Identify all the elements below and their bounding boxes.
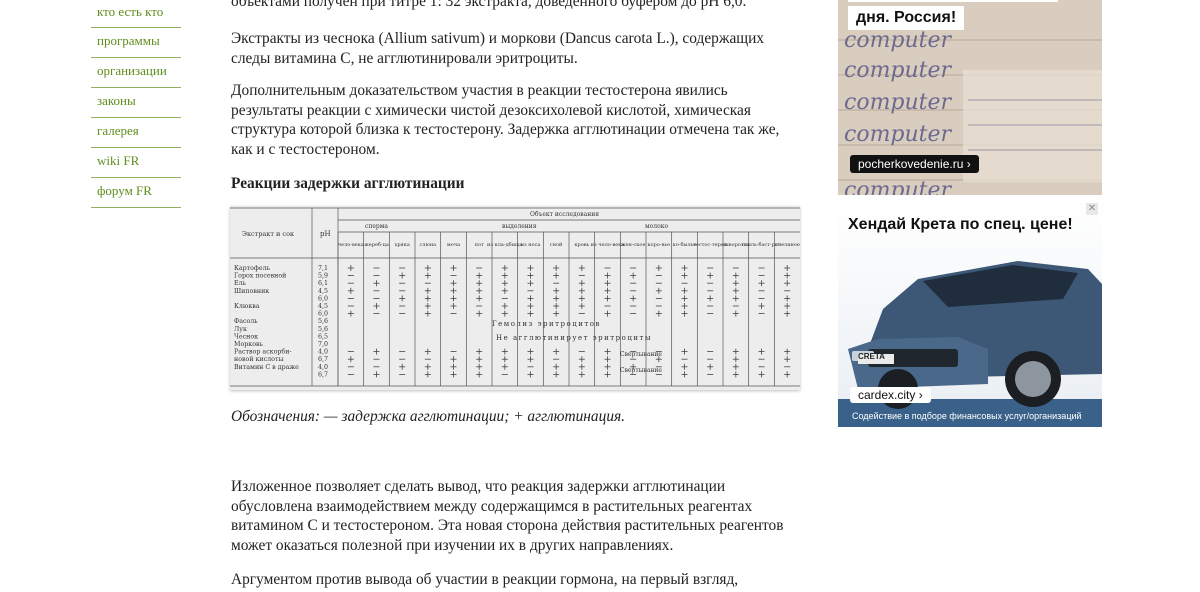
nav-item-forum-fr[interactable]: форум FR xyxy=(91,178,181,208)
scan-row-name: Чеснок xyxy=(234,333,258,340)
scanned-table-image: Экстракт и сок pH Объект исследования сп… xyxy=(230,206,800,390)
ad2-url-badge[interactable]: cardex.city › xyxy=(850,387,931,403)
scan-subcol-label: жен-ское xyxy=(621,242,646,248)
scan-row-name: Ель xyxy=(234,280,247,287)
nav-item-gallery[interactable]: галерея xyxy=(91,118,181,148)
scan-row-name: Картофель xyxy=(234,265,271,272)
nav-item-programs[interactable]: программы xyxy=(91,28,181,58)
scan-row-name: Клюква xyxy=(234,303,260,310)
scan-subcol-label: гной xyxy=(550,242,563,248)
scan-row-ph: 4,0 xyxy=(318,349,328,356)
scan-subcol-label: пчелиное xyxy=(774,242,799,248)
scan-row-ph: 6,5 xyxy=(318,333,328,340)
scan-note-hemolysis: Гемолиз эритроцитов xyxy=(492,320,601,328)
scan-col-group: Объект исследования xyxy=(530,211,599,218)
paragraph-extracts: Экстракты из чеснока (Allium sativum) и … xyxy=(231,30,765,67)
scan-note-no-agg: Не агглютинирует эритроциты xyxy=(496,334,652,342)
paragraph-conclusion: Изложенное позволяет сделать вывод, что … xyxy=(231,478,784,554)
ad2-url: cardex.city xyxy=(858,388,916,402)
ad-car[interactable]: Хендай Крета по спец. цене! ✕ CRETA card… xyxy=(838,199,1102,427)
scan-subcol-label: из носа xyxy=(521,242,541,248)
scan-subcol-label: кровь xyxy=(574,242,589,248)
scan-row-name: Морковь xyxy=(234,341,264,348)
scan-row-ph: 5,6 xyxy=(318,326,328,333)
scan-row-ph: 6,0 xyxy=(318,311,328,318)
handwriting-sample: computer xyxy=(844,122,952,147)
scan-col-extract: Экстракт и сок xyxy=(242,230,294,238)
ad2-disclaimer: Содействие в подборе финансовых услуг/ор… xyxy=(852,411,1082,421)
nav-item-organizations[interactable]: организации xyxy=(91,58,181,88)
scan-row-name: Фасоль xyxy=(234,318,258,325)
scan-subcol-label: чело-века xyxy=(338,242,364,248)
scan-group-secretions: выделения xyxy=(502,223,537,230)
scan-subcol-label: из чело-века xyxy=(591,242,625,248)
scan-subcol-label: пот xyxy=(475,242,484,248)
ad1-title[interactable]: дня. Россия! xyxy=(848,6,965,30)
scanned-table-svg: Экстракт и сок pH Объект исследования сп… xyxy=(230,206,800,390)
scan-row-ph: 7,0 xyxy=(318,341,328,348)
scan-row-name: Шиповник xyxy=(234,288,269,295)
scan-row-ph: 6,7 xyxy=(318,356,328,363)
ad2-title[interactable]: Хендай Крета по спец. цене! xyxy=(848,213,1078,236)
close-icon[interactable]: ✕ xyxy=(1086,203,1098,215)
scan-subcol-label: моча xyxy=(447,242,460,248)
scan-row-ph: 7,1 xyxy=(318,265,328,272)
ad1-title-top-strip xyxy=(848,0,1058,2)
nav-item-laws[interactable]: законы xyxy=(91,88,181,118)
left-nav: кто есть кто программы организации закон… xyxy=(91,0,181,208)
ad1-url-badge[interactable]: pocherkovedenie.ru › xyxy=(850,155,979,173)
scan-row-ph: 6,1 xyxy=(318,280,328,287)
handwriting-sample: computer xyxy=(844,178,952,195)
paragraph-fragment: объектами получен при титре 1: 32 экстра… xyxy=(231,0,747,10)
chevron-right-icon: › xyxy=(966,157,971,171)
scan-row-ph: 4,0 xyxy=(318,364,328,371)
scan-row-ph: 6,7 xyxy=(318,371,328,378)
nav-item-wiki-fr[interactable]: wiki FR xyxy=(91,148,181,178)
scan-row-name: Лук xyxy=(234,326,247,333)
scan-row-ph: 4,5 xyxy=(318,303,328,310)
scan-subcol-label: жереб-ца xyxy=(364,241,389,248)
paragraph-evidence: Дополнительным доказательством участия в… xyxy=(231,82,780,158)
section-heading: Реакции задержки агглютинации xyxy=(231,175,465,192)
scan-group-milk: молоко xyxy=(645,223,668,230)
ad-handwriting[interactable]: computer computer computer computer comp… xyxy=(838,0,1102,195)
handwriting-sample: computer xyxy=(844,28,952,53)
nav-item-who-is-who[interactable]: кто есть кто xyxy=(91,0,181,28)
scan-row-ph: 5,6 xyxy=(318,318,328,325)
scan-note-clot2: Свертывание xyxy=(620,367,662,374)
scan-row-ph: 6,0 xyxy=(318,295,328,302)
handwriting-sample: computer xyxy=(844,58,952,83)
scan-row-name: Горох посевной xyxy=(234,273,286,280)
chevron-right-icon: › xyxy=(918,388,923,402)
scan-subcol-label: коро-вье xyxy=(648,242,671,248)
paragraph-argument: Аргументом против вывода об участии в ре… xyxy=(231,571,739,588)
scan-row-name: Раствор аскорби- xyxy=(234,349,292,356)
ad2-model-badge: CRETA xyxy=(858,352,885,361)
scan-note-clot1: Свертывание xyxy=(620,351,662,358)
scan-group-sperm: сперма xyxy=(365,223,388,230)
scan-subcol-label: слюна xyxy=(420,242,437,248)
scan-subcol-label: из кла-дбища xyxy=(487,241,523,248)
handwriting-sample: computer xyxy=(844,90,952,115)
scan-row-ph: 5,9 xyxy=(318,273,328,280)
scan-subcol-label: хряка xyxy=(395,242,410,248)
scan-row-ph: 4,5 xyxy=(318,288,328,295)
scan-col-ph: pH xyxy=(320,230,331,238)
legend-text: Обозначения: — задержка агглютинации; + … xyxy=(231,408,626,425)
ad1-url: pocherkovedenie.ru xyxy=(858,157,964,171)
scan-row-name: новой кислоты xyxy=(234,356,283,363)
scan-row-name: Витамин С в драже xyxy=(234,364,299,371)
